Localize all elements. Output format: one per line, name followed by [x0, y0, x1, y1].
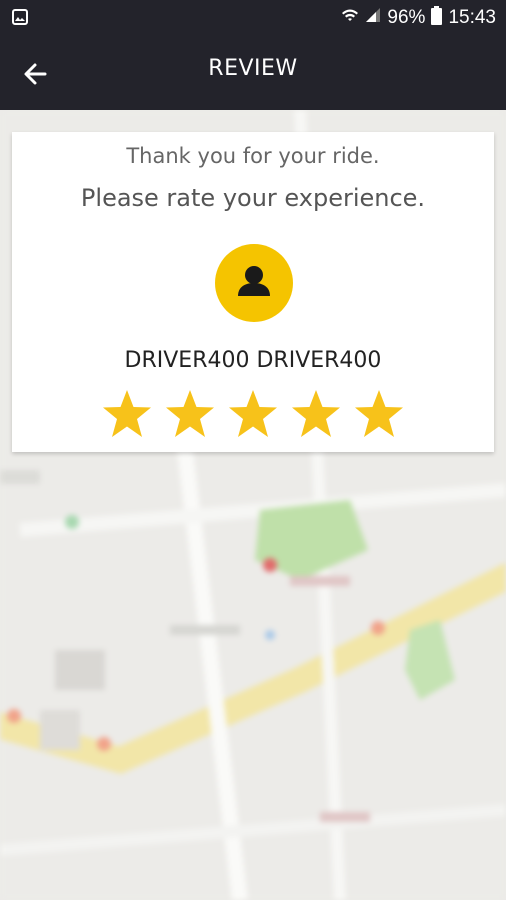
- app-bar: REVIEW: [0, 36, 506, 110]
- star-1-icon[interactable]: [101, 388, 153, 442]
- star-5-icon[interactable]: [353, 388, 405, 442]
- status-bar: 96% 15:43: [0, 0, 506, 36]
- signal-icon: [365, 7, 381, 29]
- wifi-icon: [341, 6, 359, 30]
- thank-you-text: Thank you for your ride.: [126, 144, 380, 168]
- battery-icon: [431, 5, 443, 31]
- rating-stars: [12, 388, 494, 442]
- driver-name: DRIVER400 DRIVER400: [124, 348, 382, 373]
- clock: 15:43: [448, 7, 496, 28]
- rate-prompt-text: Please rate your experience.: [80, 184, 426, 212]
- star-3-icon[interactable]: [227, 388, 279, 442]
- avatar: [215, 244, 293, 322]
- star-4-icon[interactable]: [290, 388, 342, 442]
- page-title: REVIEW: [208, 56, 298, 81]
- star-2-icon[interactable]: [164, 388, 216, 442]
- image-icon: [12, 9, 28, 25]
- person-icon: [238, 266, 270, 296]
- battery-percent: 96%: [387, 7, 426, 28]
- review-card: Thank you for your ride. Please rate you…: [12, 132, 494, 452]
